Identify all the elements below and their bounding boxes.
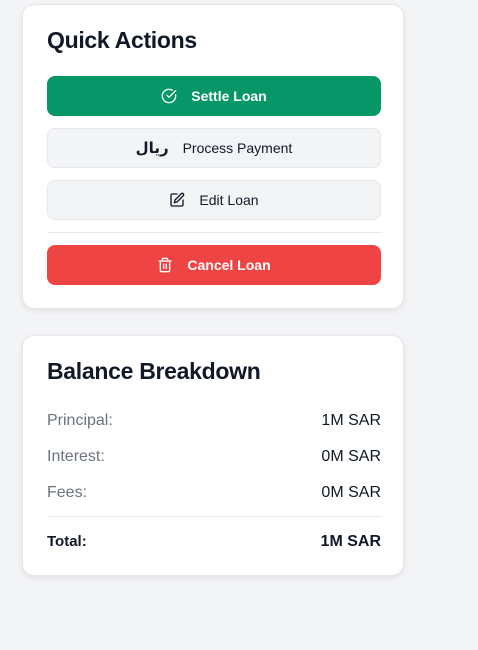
quick-actions-title: Quick Actions (47, 27, 197, 53)
edit-loan-button[interactable]: Edit Loan (47, 180, 381, 220)
edit-icon (169, 192, 185, 208)
actions-divider (47, 232, 381, 233)
cancel-loan-label: Cancel Loan (187, 257, 271, 273)
interest-label: Interest: (47, 448, 105, 465)
settle-loan-label: Settle Loan (191, 88, 267, 104)
interest-row: Interest: 0M SAR (47, 448, 381, 466)
total-row: Total: 1M SAR (47, 533, 381, 551)
trash-icon (157, 257, 173, 273)
quick-actions-card: Quick Actions Settle Loan ريال Process P… (22, 4, 404, 309)
fees-row: Fees: 0M SAR (47, 484, 381, 502)
settle-loan-button[interactable]: Settle Loan (47, 76, 381, 116)
total-label: Total: (47, 533, 87, 550)
principal-value: 1M SAR (321, 412, 381, 429)
check-circle-icon (161, 88, 177, 104)
riyal-icon: ريال (135, 139, 169, 157)
fees-label: Fees: (47, 484, 88, 501)
balance-breakdown-card: Balance Breakdown Principal: 1M SAR Inte… (22, 335, 404, 576)
principal-label: Principal: (47, 412, 113, 429)
balance-divider (47, 516, 381, 517)
process-payment-label: Process Payment (182, 140, 293, 156)
balance-breakdown-title: Balance Breakdown (47, 358, 261, 384)
fees-value: 0M SAR (321, 484, 381, 501)
total-value: 1M SAR (320, 533, 381, 550)
cancel-loan-button[interactable]: Cancel Loan (47, 245, 381, 285)
interest-value: 0M SAR (321, 448, 381, 465)
principal-row: Principal: 1M SAR (47, 412, 381, 430)
process-payment-button[interactable]: ريال Process Payment (47, 128, 381, 168)
edit-loan-label: Edit Loan (199, 192, 259, 208)
